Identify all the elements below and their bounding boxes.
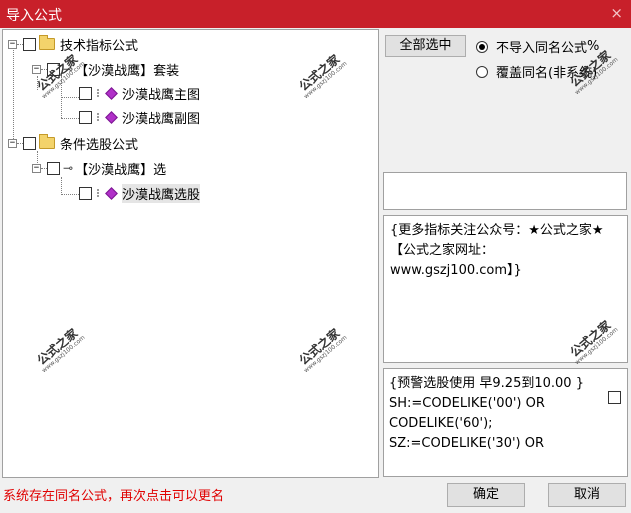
- tree-item-label: 【沙漠战鹰】套装: [75, 63, 180, 79]
- tree-item-label: 条件选股公式: [60, 137, 139, 153]
- radio-overwrite-duplicates[interactable]: 覆盖同名(非系统): [476, 62, 597, 81]
- tree-line: [61, 97, 79, 98]
- tree-checkbox[interactable]: [47, 62, 60, 76]
- tree-item-tech-indicators[interactable]: − 技术指标公式: [8, 34, 138, 54]
- watermark: 公式之家 www.gszj100.com: [296, 52, 349, 101]
- tree-item-label: 技术指标公式: [60, 38, 139, 54]
- cancel-button[interactable]: 取消: [548, 483, 626, 507]
- tree-checkbox[interactable]: [79, 86, 92, 100]
- folder-icon: [39, 35, 55, 50]
- folder-icon: [39, 134, 55, 149]
- code-line: {预警选股使用 早9.25到10.00 }: [389, 376, 584, 391]
- radio-label: 覆盖同名(非系统): [496, 66, 598, 81]
- formula-code: {预警选股使用 早9.25到10.00 } SH:=CODELIKE('00')…: [389, 374, 607, 454]
- radio-label: 不导入同名公式: [496, 41, 588, 56]
- formula-description: {更多指标关注公众号：★公式之家★ 【公式之家网址：www.gszj100.co…: [390, 223, 604, 278]
- formula-info-panel: {更多指标关注公众号：★公式之家★ 【公式之家网址：www.gszj100.co…: [383, 215, 628, 363]
- tree-item-label: 沙漠战鹰主图: [122, 87, 201, 103]
- tree-checkbox[interactable]: [47, 161, 60, 175]
- select-all-button[interactable]: 全部选中: [385, 35, 466, 57]
- formula-icon: [105, 186, 118, 200]
- code-line: CODELIKE('60');: [389, 416, 493, 431]
- collapse-icon[interactable]: −: [32, 163, 41, 173]
- title-bar: 导入公式 ×: [0, 0, 631, 28]
- formula-code-panel: {预警选股使用 早9.25到10.00 } SH:=CODELIKE('00')…: [383, 368, 628, 477]
- tree-checkbox[interactable]: [23, 37, 36, 51]
- tree-checkbox[interactable]: [79, 186, 92, 200]
- collapse-icon[interactable]: −: [32, 64, 41, 74]
- key-icon: ⊸: [63, 161, 74, 175]
- tree-item-label: 沙漠战鹰选股: [122, 183, 201, 203]
- tree-line: [13, 45, 14, 145]
- tree-item-screener[interactable]: 沙漠战鹰选股: [79, 183, 201, 203]
- tree-item-main-chart[interactable]: 沙漠战鹰主图: [79, 83, 200, 103]
- collapse-icon[interactable]: −: [8, 138, 17, 148]
- ok-button[interactable]: 确定: [447, 483, 525, 507]
- tree-item-label: 沙漠战鹰副图: [122, 111, 201, 127]
- radio-button[interactable]: [476, 65, 488, 78]
- radio-button[interactable]: [476, 40, 488, 53]
- status-message: 系统存在同名公式，再次点击可以更名: [3, 489, 225, 504]
- key-icon: ⊸: [63, 62, 74, 76]
- code-checkbox[interactable]: [608, 391, 621, 404]
- tree-line: [61, 118, 79, 119]
- radio-skip-duplicates[interactable]: 不导入同名公式%: [476, 37, 599, 56]
- collapse-icon[interactable]: −: [8, 39, 17, 49]
- tree-item-sub-chart[interactable]: 沙漠战鹰副图: [79, 107, 200, 127]
- tree-item-screener-group[interactable]: − ⊸ 【沙漠战鹰】选: [32, 158, 166, 178]
- tree-line: [61, 194, 79, 195]
- watermark: 公式之家 www.gszj100.com: [34, 326, 87, 375]
- tree-item-suite[interactable]: − ⊸ 【沙漠战鹰】套装: [32, 59, 179, 79]
- code-line: SZ:=CODELIKE('30') OR: [389, 436, 545, 451]
- close-icon[interactable]: ×: [610, 4, 623, 22]
- window-title: 导入公式: [6, 8, 62, 24]
- code-line: SH:=CODELIKE('00') OR: [389, 396, 545, 411]
- formula-icon: [105, 110, 118, 124]
- empty-panel: [383, 172, 627, 210]
- tree-checkbox[interactable]: [23, 136, 36, 150]
- formula-icon: [105, 86, 118, 100]
- radio-label-suffix: %: [587, 39, 600, 54]
- formula-tree: − 技术指标公式 − ⊸ 【沙漠战鹰】套装 沙漠战鹰主图 沙漠战鹰副图 − 条件…: [2, 29, 379, 478]
- tree-item-stock-screening[interactable]: − 条件选股公式: [8, 133, 138, 153]
- tree-line: [61, 177, 62, 195]
- tree-checkbox[interactable]: [79, 110, 92, 124]
- tree-item-label: 【沙漠战鹰】选: [75, 162, 167, 178]
- watermark: 公式之家 www.gszj100.com: [296, 326, 349, 375]
